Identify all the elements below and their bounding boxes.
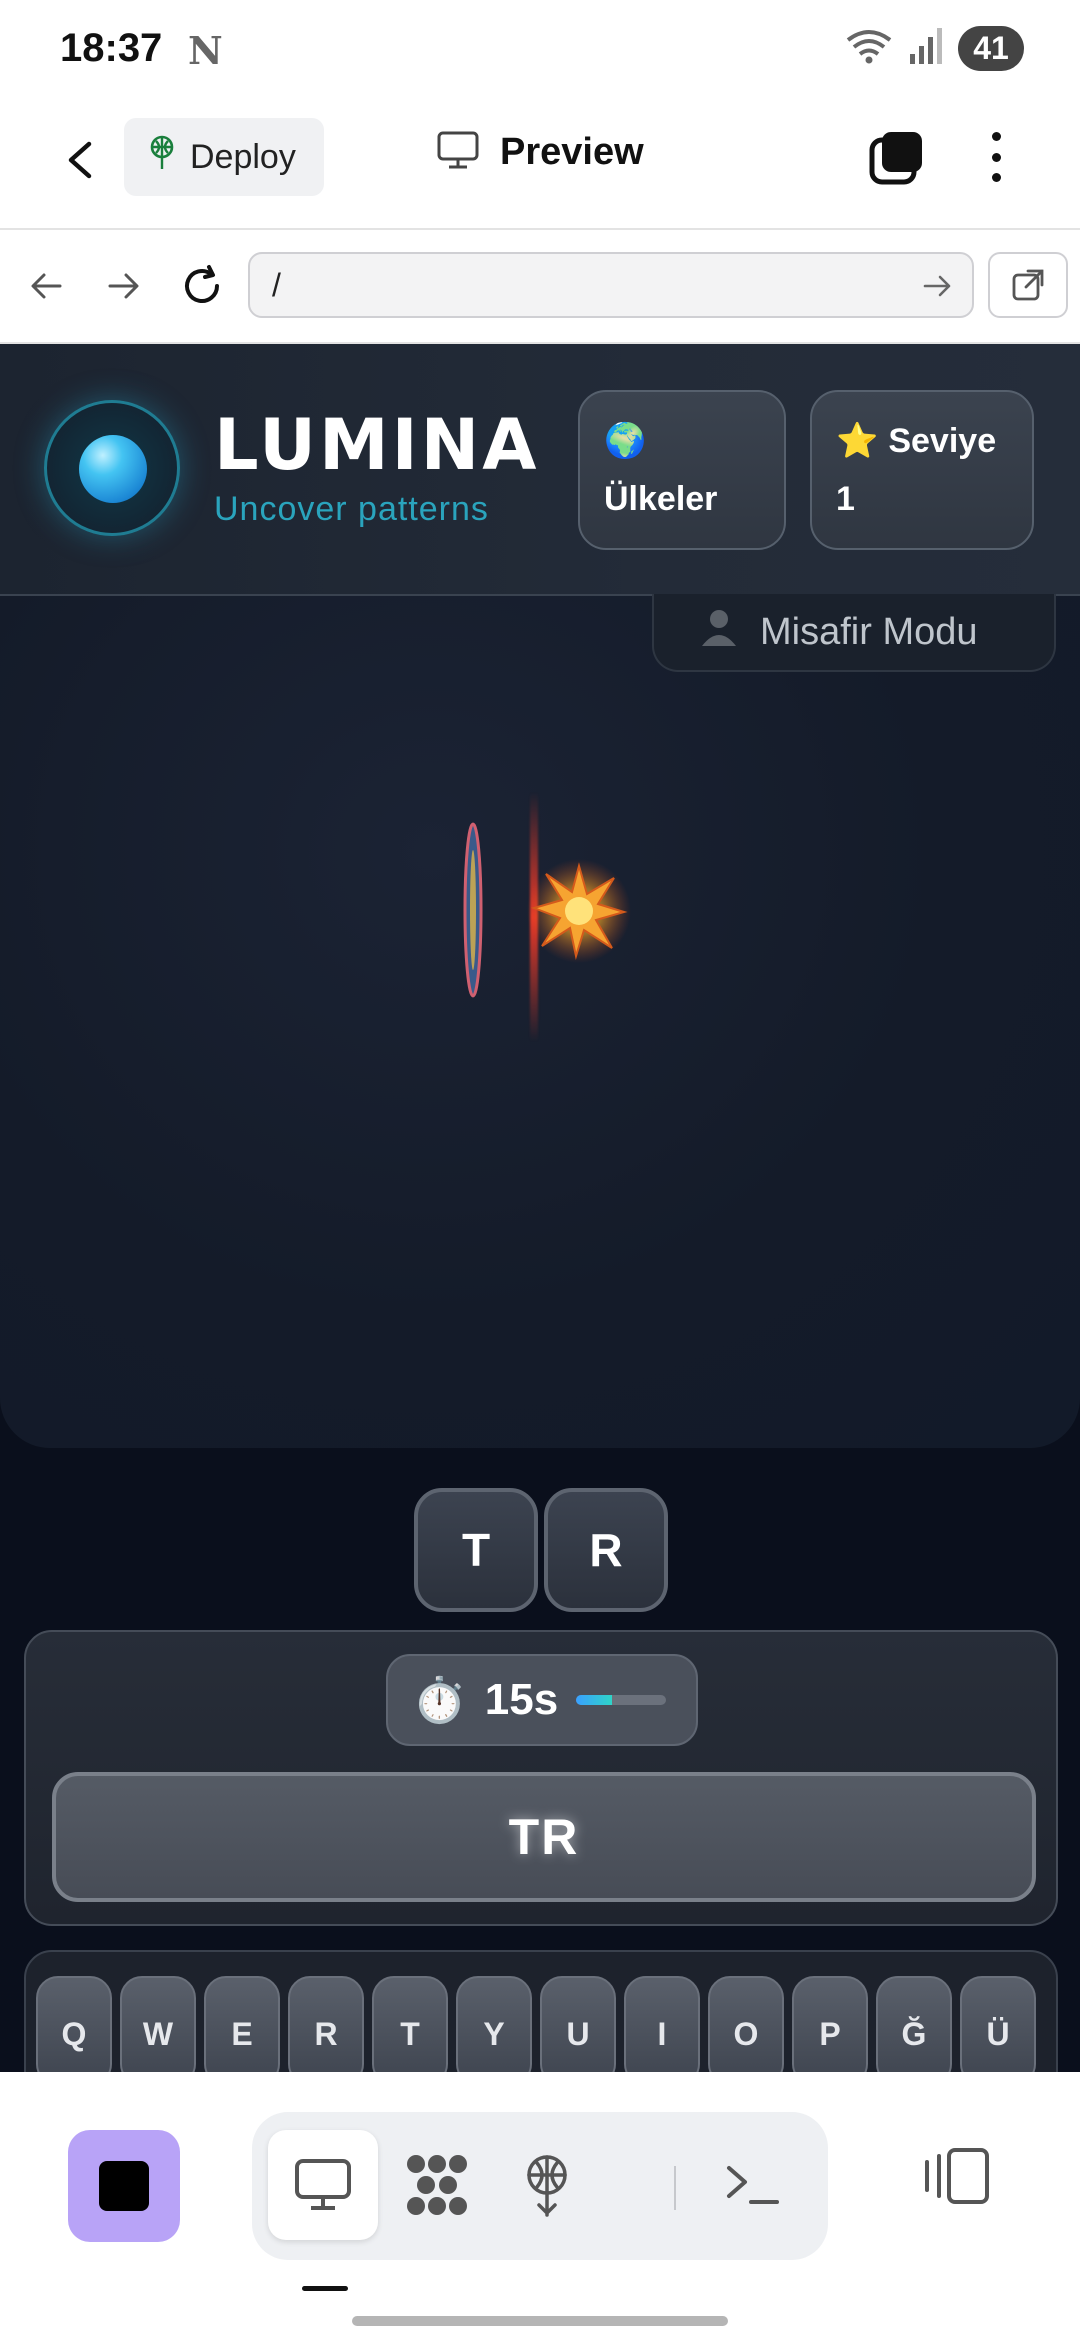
status-icons: 41 [844, 26, 1024, 71]
user-icon [698, 606, 740, 658]
monitor-icon[interactable] [268, 2130, 378, 2240]
monitor-icon [436, 130, 480, 175]
keyboard-key[interactable]: W [120, 1976, 196, 2072]
tool-divider [674, 2166, 676, 2210]
keyboard-key[interactable]: E [204, 1976, 280, 2072]
deploy-label: Deploy [190, 137, 296, 176]
timer-pill: ⏱️ 15s [386, 1654, 698, 1746]
stop-icon [99, 2161, 149, 2211]
answer-input[interactable]: TR [52, 1772, 1036, 1902]
keyboard-row: QWERTYUIOPĞÜ [36, 1976, 1036, 2072]
back-icon[interactable] [16, 256, 76, 316]
stopwatch-icon: ⏱️ [412, 1676, 467, 1725]
letter-tile[interactable]: T [414, 1488, 538, 1612]
url-input[interactable] [248, 252, 974, 318]
keyboard-key[interactable]: Y [456, 1976, 532, 2072]
keyboard-key[interactable]: U [540, 1976, 616, 2072]
status-time: 18:37 [60, 26, 163, 70]
signal-icon [908, 26, 944, 71]
keyboard-key[interactable]: I [624, 1976, 700, 2072]
guest-mode-label: Misafir Modu [760, 610, 978, 653]
game-header: LUMINA Uncover patterns 🌍 Ülkeler ⭐ Sevi… [0, 344, 1080, 596]
preview-label: Preview [500, 131, 644, 173]
workflow-icon[interactable] [382, 2130, 492, 2240]
active-tab-indicator [302, 2286, 348, 2291]
terminal-icon[interactable] [698, 2130, 808, 2240]
back-arrow-icon[interactable] [50, 130, 110, 190]
logo-orb-icon [44, 400, 180, 536]
brand-subtitle: Uncover patterns [214, 490, 489, 528]
answer-panel: ⏱️ 15s TR [24, 1630, 1058, 1926]
go-arrow-icon[interactable] [920, 268, 956, 304]
more-vertical-icon[interactable] [976, 122, 1016, 192]
portal-ring-icon [462, 820, 484, 1000]
keyboard-key[interactable]: Ğ [876, 1976, 952, 2072]
home-indicator[interactable] [352, 2316, 728, 2326]
preview-tab[interactable]: Preview [436, 130, 644, 175]
url-bar [0, 230, 1080, 344]
star-icon: ⭐ [836, 422, 879, 460]
level-card[interactable]: ⭐ Seviye 1 [810, 390, 1034, 550]
tabs-icon[interactable] [866, 128, 926, 188]
game-view: LUMINA Uncover patterns 🌍 Ülkeler ⭐ Sevi… [0, 344, 1080, 2072]
status-bar: 18:37 N 41 [0, 0, 1080, 100]
deploy-icon [146, 135, 178, 180]
stop-button[interactable] [68, 2130, 180, 2242]
timer-value: 15s [484, 1675, 559, 1724]
play-field[interactable] [0, 596, 1080, 1448]
split-view-icon[interactable] [916, 2136, 996, 2216]
letter-tiles: T R [414, 1488, 668, 1612]
keyboard-key[interactable]: T [372, 1976, 448, 2072]
on-screen-keyboard: QWERTYUIOPĞÜ [24, 1950, 1058, 2072]
keyboard-key[interactable]: O [708, 1976, 784, 2072]
forward-icon[interactable] [94, 256, 154, 316]
keyboard-key[interactable]: P [792, 1976, 868, 2072]
timer-progress [576, 1695, 667, 1705]
battery-icon: 41 [958, 26, 1024, 71]
tool-group [252, 2112, 828, 2260]
external-link-icon[interactable] [988, 252, 1068, 318]
app-bar: Deploy Preview [0, 100, 1080, 230]
keyboard-key[interactable]: Q [36, 1976, 112, 2072]
bottom-toolbar [0, 2072, 1080, 2340]
keyboard-key[interactable]: Ü [960, 1976, 1036, 2072]
reload-icon[interactable] [172, 256, 232, 316]
letter-tile[interactable]: R [544, 1488, 668, 1612]
level-value: 1 [836, 480, 855, 518]
brand-title: LUMINA [214, 404, 540, 486]
explosion-icon [524, 856, 634, 966]
level-label: Seviye [888, 421, 997, 460]
category-card[interactable]: 🌍 Ülkeler [578, 390, 786, 550]
keyboard-key[interactable]: R [288, 1976, 364, 2072]
deploy-button[interactable]: Deploy [124, 118, 324, 196]
wifi-icon [844, 26, 894, 71]
globe-icon: 🌍 [604, 422, 647, 460]
deploy-icon[interactable] [492, 2130, 602, 2240]
guest-mode-badge[interactable]: Misafir Modu [652, 594, 1056, 672]
netflix-icon: N [188, 28, 223, 73]
category-label: Ülkeler [604, 480, 718, 518]
